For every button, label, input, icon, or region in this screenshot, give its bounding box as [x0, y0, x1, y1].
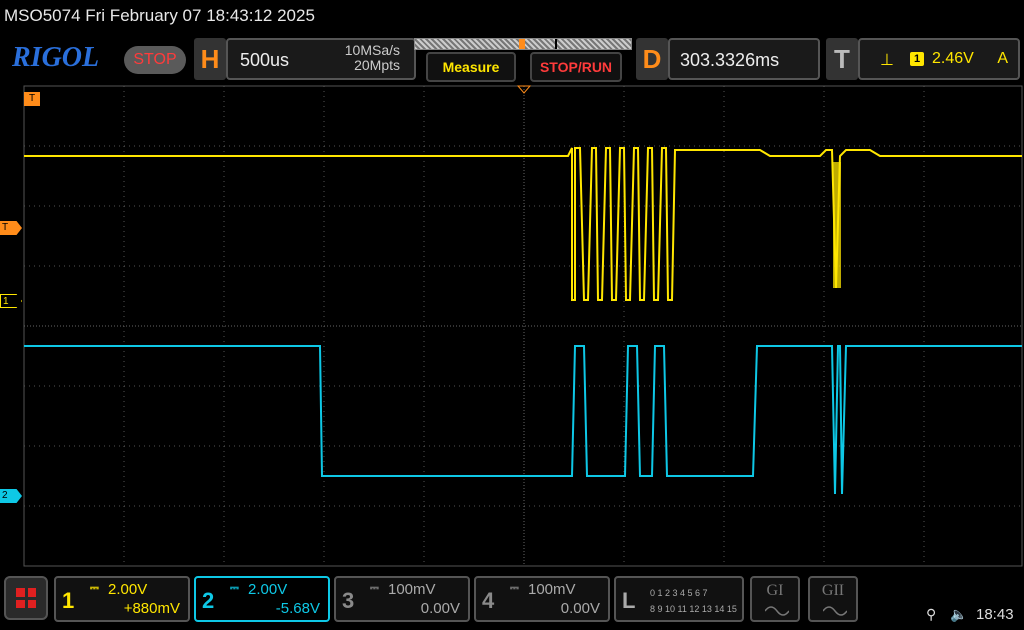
top-toolbar: RIGOL STOP H 500us 10MSa/s 20Mpts Measur…: [0, 34, 1024, 84]
generator-2-label: GII: [821, 582, 845, 599]
horizontal-timebase-panel[interactable]: 500us 10MSa/s 20Mpts: [226, 38, 416, 80]
waveform-position-bar[interactable]: [414, 38, 632, 50]
ch3-offset: 0.00V: [420, 600, 460, 617]
ch4-number: 4: [482, 588, 495, 613]
title-bar: MSO5074 Fri February 07 18:43:12 2025: [0, 0, 1024, 34]
waveform-display[interactable]: [0, 84, 1024, 570]
sine-wave-icon: [765, 606, 789, 616]
ch2-offset: -5.68V: [275, 600, 320, 617]
rising-edge-icon: ⊥: [880, 52, 894, 69]
trigger-top-marker: T: [24, 92, 40, 106]
generator-1-label: GI: [766, 582, 784, 599]
ch4-settings[interactable]: 4 ⎓ 100mV 0.00V: [474, 576, 610, 622]
trigger-position-marker: [519, 39, 525, 49]
dc-coupling-icon: ⎓: [230, 582, 239, 594]
trigger-level: 2.46V: [932, 50, 974, 67]
instrument-title: MSO5074 Fri February 07 18:43:12 2025: [4, 6, 315, 25]
logic-channels-high: 8 9 10 11 12 13 14 15: [650, 604, 737, 614]
ch4-offset: 0.00V: [560, 600, 600, 617]
horizontal-menu-button[interactable]: H: [194, 38, 226, 80]
ch2-number: 2: [202, 588, 215, 613]
delay-panel[interactable]: 303.3326ms: [668, 38, 820, 80]
ch1-waveform: [24, 147, 1022, 301]
logic-letter: L: [622, 588, 636, 613]
main-menu-button[interactable]: [4, 576, 48, 620]
sample-rate: 10MSa/s: [344, 42, 400, 58]
ch1-settings[interactable]: 1 ⎓ 2.00V +880mV: [54, 576, 190, 622]
acquisition-info: 10MSa/s 20Mpts: [345, 43, 400, 73]
ch3-settings[interactable]: 3 ⎓ 100mV 0.00V: [334, 576, 470, 622]
ch2-waveform: [24, 345, 1022, 495]
delay-menu-button[interactable]: D: [636, 38, 668, 80]
rigol-logo: RIGOL: [12, 42, 100, 73]
trigger-menu-button[interactable]: T: [826, 38, 858, 80]
dc-coupling-icon: ⎓: [90, 582, 99, 594]
sine-wave-icon: [823, 606, 847, 616]
logic-analyzer-settings[interactable]: L 0 1 2 3 4 5 6 7 8 9 10 11 12 13 14 15: [614, 576, 744, 622]
view-position-marker: [555, 39, 557, 49]
timebase-value: 500us: [240, 50, 290, 70]
system-clock: 18:43: [976, 606, 1014, 623]
ch3-number: 3: [342, 588, 355, 613]
bottom-toolbar: 1 ⎓ 2.00V +880mV 2 ⎓ 2.00V -5.68V 3 ⎓ 10…: [0, 570, 1024, 630]
usb-icon: ⚲: [926, 606, 937, 622]
delay-value: 303.3326ms: [680, 50, 780, 70]
ch4-scale: 100mV: [528, 581, 576, 598]
generator-1-button[interactable]: GI: [750, 576, 800, 622]
ch1-scale: 2.00V: [108, 581, 148, 598]
speaker-icon[interactable]: 🔈: [950, 606, 967, 623]
ch2-scale: 2.00V: [248, 581, 288, 598]
ch1-number: 1: [62, 588, 75, 613]
ch2-settings[interactable]: 2 ⎓ 2.00V -5.68V: [194, 576, 330, 622]
trigger-mode: A: [997, 50, 1008, 67]
logic-channels-low: 0 1 2 3 4 5 6 7: [650, 588, 708, 598]
ch3-scale: 100mV: [388, 581, 436, 598]
measure-button[interactable]: Measure: [426, 52, 516, 82]
trigger-panel[interactable]: ⊥ 1 2.46V A: [858, 38, 1020, 80]
stop-run-button[interactable]: STOP/RUN: [530, 52, 622, 82]
run-state-button[interactable]: STOP: [124, 46, 186, 74]
graticule: [23, 85, 1023, 567]
trigger-source: 1: [910, 52, 924, 66]
dc-coupling-icon: ⎓: [510, 582, 519, 594]
generator-2-button[interactable]: GII: [808, 576, 858, 622]
dc-coupling-icon: ⎓: [370, 582, 379, 594]
grid-menu-icon: [16, 588, 36, 608]
memory-depth: 20Mpts: [354, 57, 400, 73]
ch1-offset: +880mV: [123, 600, 180, 617]
